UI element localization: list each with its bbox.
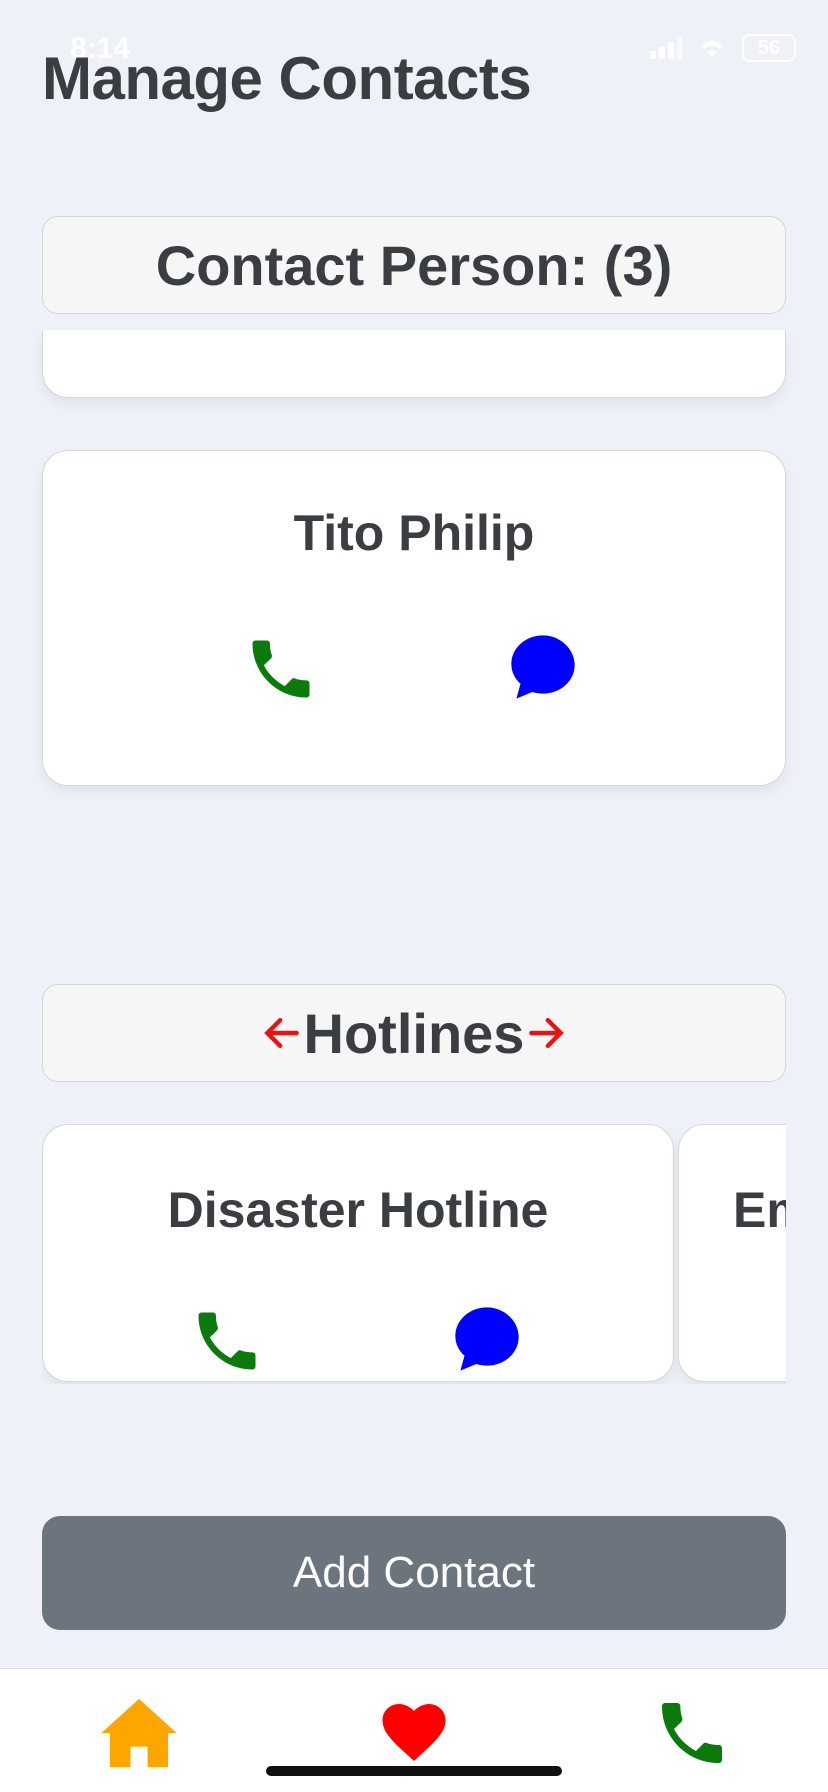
chat-bubble-icon[interactable]	[505, 629, 581, 705]
arrow-right-icon[interactable]	[524, 1011, 568, 1055]
phone-icon[interactable]	[243, 631, 319, 707]
arrow-left-icon[interactable]	[260, 1011, 304, 1055]
hotlines-header: Hotlines	[42, 984, 786, 1082]
contact-card-partial	[42, 330, 786, 398]
phone-icon[interactable]	[189, 1303, 265, 1379]
page-title: Manage Contacts	[42, 45, 532, 112]
hotline-card[interactable]: Disaster Hotline	[42, 1124, 674, 1382]
phone-icon[interactable]	[652, 1693, 732, 1773]
battery-indicator: 56	[742, 34, 796, 62]
heart-icon[interactable]	[378, 1697, 450, 1765]
hotlines-title: Hotlines	[303, 1001, 525, 1065]
contact-name: Tito Philip	[293, 505, 535, 561]
wifi-icon	[701, 41, 723, 58]
contact-person-header: Contact Person: (3)	[42, 216, 786, 314]
home-indicator	[266, 1766, 562, 1776]
signal-icon	[650, 37, 682, 59]
screen: 8:14 56 Manage Contacts Contact Person: …	[0, 0, 828, 1792]
home-icon[interactable]	[98, 1695, 180, 1771]
hotline-card[interactable]: Em	[678, 1124, 786, 1382]
hotline-carousel[interactable]: Disaster Hotline Em	[42, 1124, 786, 1384]
contact-card[interactable]	[42, 450, 786, 786]
chat-bubble-icon[interactable]	[449, 1301, 525, 1377]
status-icons: 56	[650, 34, 796, 62]
hotline-name: Em	[733, 1182, 786, 1238]
add-contact-button[interactable]: Add Contact	[42, 1516, 786, 1630]
hotline-name: Disaster Hotline	[167, 1182, 549, 1238]
